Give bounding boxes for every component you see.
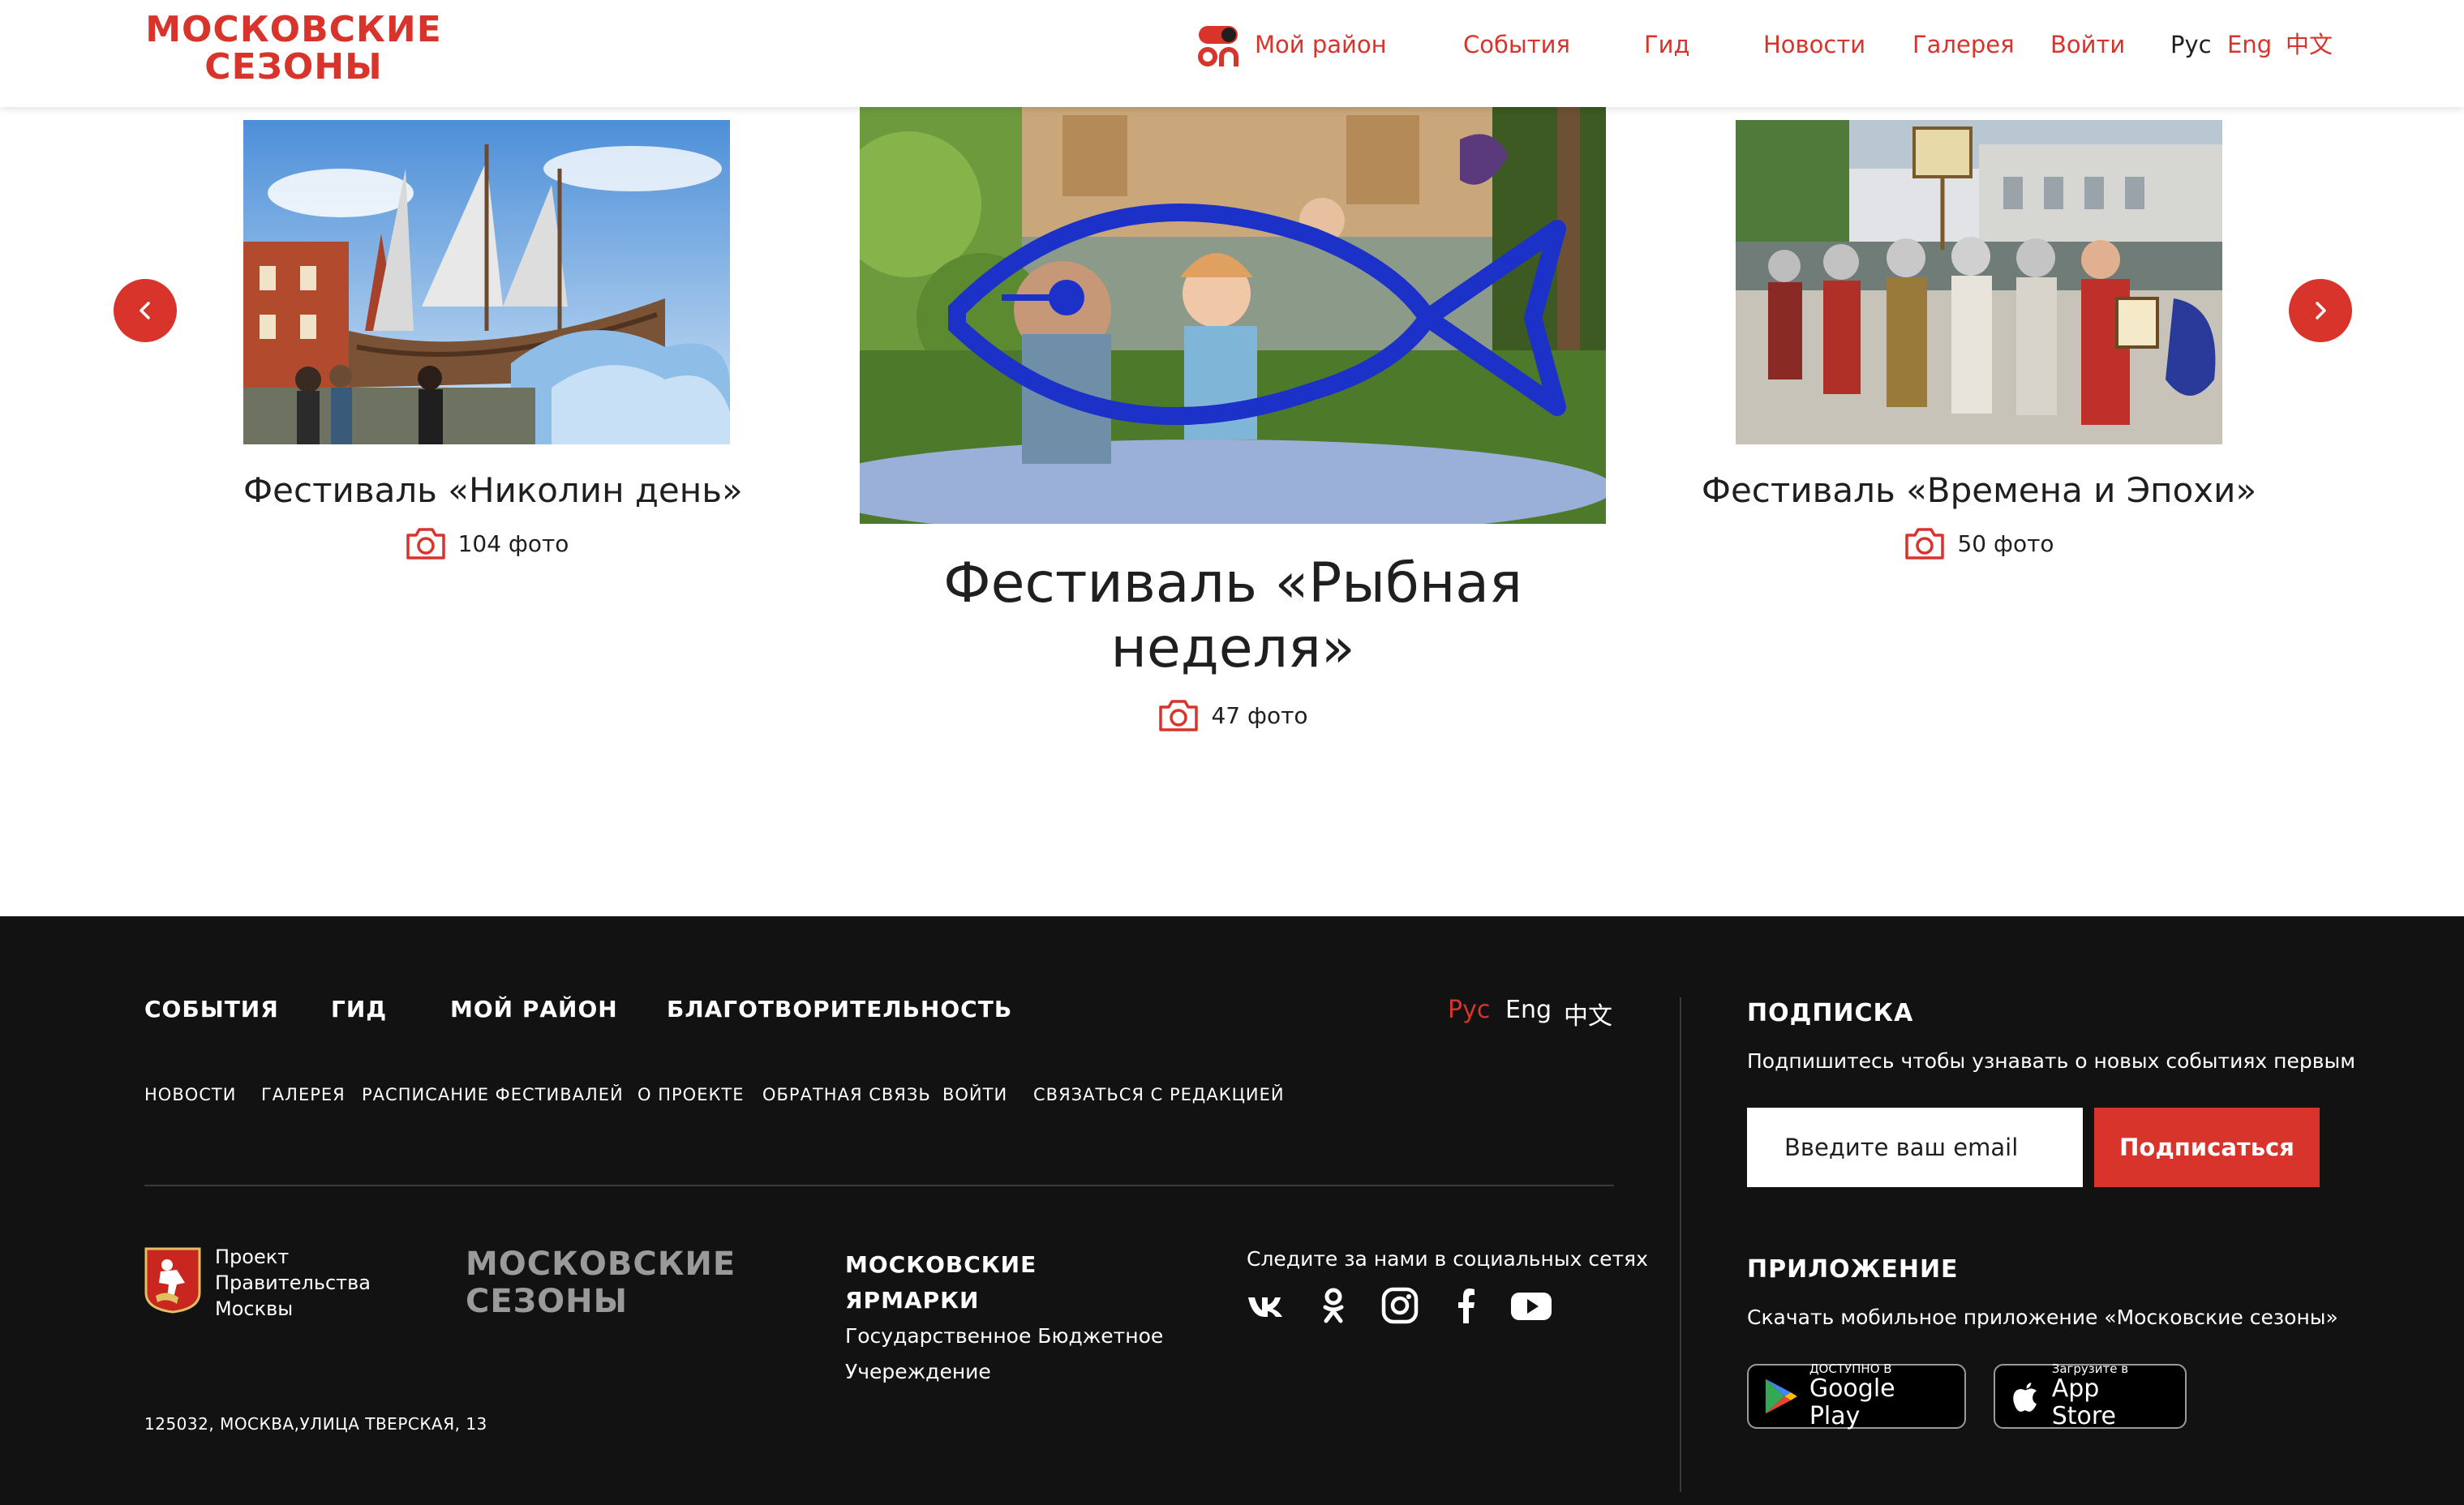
card-photo-count: 47 фото — [860, 697, 1606, 733]
card-photo-count: 50 фото — [1736, 525, 2222, 561]
card-image-vremena-i-epohi[interactable] — [1736, 120, 2222, 444]
lang-zh[interactable]: 中文 — [2286, 28, 2333, 62]
footer-link-about[interactable]: О ПРОЕКТЕ — [637, 1085, 744, 1104]
app-text: Скачать мобильное приложение «Московские… — [1747, 1306, 2338, 1329]
youtube-icon[interactable] — [1510, 1286, 1552, 1325]
footer-divider — [144, 1185, 1614, 1186]
fairs-desc-line-2: Учереждение — [845, 1360, 991, 1383]
card-title-rybnaya-nedelya[interactable]: Фестиваль «Рыбная неделя» — [860, 551, 1606, 681]
camera-icon — [1905, 528, 1945, 560]
nav-events[interactable]: События — [1463, 28, 1570, 62]
apple-icon — [2013, 1383, 2037, 1412]
nav-news[interactable]: Новости — [1763, 28, 1865, 62]
footer-link-news[interactable]: НОВОСТИ — [144, 1085, 236, 1104]
subscribe-title: ПОДПИСКА — [1747, 999, 1914, 1027]
app-store-button[interactable]: Загрузите в App Store — [1994, 1362, 2187, 1430]
footer-link-events[interactable]: СОБЫТИЯ — [144, 996, 279, 1023]
footer-link-contact[interactable]: СВЯЗАТЬСЯ С РЕДАКЦИЕЙ — [1033, 1085, 1285, 1104]
carousel-prev-button[interactable] — [114, 279, 177, 342]
nav-gallery[interactable]: Галерея — [1912, 28, 2015, 62]
fairs-title-line-1: МОСКОВСКИЕ — [845, 1251, 1037, 1278]
nav-login[interactable]: Войти — [2050, 28, 2125, 62]
footer-logo-line-1: МОСКОВСКИЕ — [466, 1246, 736, 1283]
app-store-text: Загрузите в App Store — [2052, 1362, 2170, 1430]
fairs-title-line-2: ЯРМАРКИ — [845, 1287, 980, 1314]
card-photo-count: 104 фото — [243, 525, 730, 561]
footer-link-my-rayon[interactable]: МОЙ РАЙОН — [450, 996, 618, 1023]
email-input[interactable] — [1747, 1108, 2083, 1187]
moscow-coat-of-arms-icon[interactable] — [144, 1247, 201, 1314]
footer-lang-zh[interactable]: 中文 — [1564, 996, 1612, 1031]
photo-count-text: 47 фото — [1211, 701, 1308, 729]
footer-lang-en[interactable]: Eng — [1505, 996, 1552, 1024]
footer-logo-line-2: СЕЗОНЫ — [466, 1283, 629, 1320]
google-play-small: ДОСТУПНО В — [1809, 1361, 1892, 1376]
card-image-rybnaya-nedelya[interactable] — [860, 107, 1606, 524]
footer-link-charity[interactable]: БЛАГОТВОРИТЕЛЬНОСТЬ — [667, 996, 1012, 1023]
moscow-fairs-description: Государственное Бюджетное Учереждение — [845, 1318, 1186, 1390]
odnoklassniki-icon[interactable] — [1314, 1286, 1353, 1325]
footer-lang-ru[interactable]: Рус — [1448, 996, 1490, 1024]
app-store-big: App Store — [2051, 1374, 2116, 1430]
moscow-fairs-title[interactable]: МОСКОВСКИЕ ЯРМАРКИ — [845, 1247, 1037, 1318]
footer-link-gallery[interactable]: ГАЛЕРЕЯ — [261, 1085, 346, 1104]
chevron-left-icon — [140, 302, 150, 319]
card-title-line-2: неделя» — [1110, 616, 1355, 680]
footer-link-login[interactable]: ВОЙТИ — [942, 1085, 1007, 1104]
chevron-right-icon — [2316, 302, 2326, 319]
nav-guide[interactable]: Гид — [1644, 28, 1690, 62]
footer-link-schedule[interactable]: РАСПИСАНИЕ ФЕСТИВАЛЕЙ — [362, 1085, 624, 1104]
gov-line-3: Москвы — [215, 1297, 294, 1320]
subscribe-button[interactable]: Подписаться — [2094, 1108, 2320, 1187]
card-title-line-1: Фестиваль «Рыбная — [943, 551, 1522, 615]
carousel-next-button[interactable] — [2289, 279, 2352, 342]
facebook-icon[interactable] — [1447, 1286, 1486, 1325]
gov-line-1: Проект — [215, 1246, 290, 1268]
vk-icon[interactable] — [1246, 1286, 1285, 1325]
app-store-small: Загрузите в — [2051, 1361, 2129, 1376]
footer-logo[interactable]: МОСКОВСКИЕ СЕЗОНЫ — [466, 1246, 736, 1320]
gov-line-2: Правительства — [215, 1271, 371, 1294]
footer-address: 125032, МОСКВА,УЛИЦА ТВЕРСКАЯ, 13 — [144, 1414, 487, 1434]
nav-my-rayon[interactable]: Мой район — [1255, 28, 1387, 62]
google-play-big: Google Play — [1809, 1374, 1895, 1430]
footer-vertical-divider — [1680, 997, 1681, 1492]
on-toggle-icon[interactable] — [1197, 24, 1241, 68]
card-image-nikolin-den[interactable] — [243, 120, 730, 444]
site-header: МОСКОВСКИЕ СЕЗОНЫ Мой район События Гид … — [0, 0, 2464, 107]
subscribe-text: Подпишитесь чтобы узнавать о новых событ… — [1747, 1049, 2356, 1073]
site-footer: СОБЫТИЯ ГИД МОЙ РАЙОН БЛАГОТВОРИТЕЛЬНОСТ… — [0, 916, 2464, 1505]
logo-line-1: МОСКОВСКИЕ — [145, 9, 442, 50]
google-play-button[interactable]: ДОСТУПНО В Google Play — [1747, 1362, 1966, 1430]
social-title: Следите за нами в социальных сетях — [1247, 1247, 1648, 1271]
lang-en[interactable]: Eng — [2227, 28, 2272, 62]
google-play-icon — [1765, 1379, 1797, 1414]
fairs-desc-line-1: Государственное Бюджетное — [845, 1324, 1164, 1348]
photo-count-text: 104 фото — [457, 530, 569, 557]
google-play-text: ДОСТУПНО В Google Play — [1809, 1362, 1950, 1430]
app-title: ПРИЛОЖЕНИЕ — [1747, 1255, 1959, 1284]
card-title-nikolin-den[interactable]: Фестиваль «Николин день» — [243, 470, 743, 510]
site-logo[interactable]: МОСКОВСКИЕ СЕЗОНЫ — [131, 11, 456, 86]
instagram-icon[interactable] — [1380, 1286, 1419, 1325]
footer-link-guide[interactable]: ГИД — [331, 996, 387, 1023]
footer-link-feedback[interactable]: ОБРАТНАЯ СВЯЗЬ — [762, 1085, 931, 1104]
logo-line-2: СЕЗОНЫ — [204, 46, 383, 88]
camera-icon — [1159, 700, 1199, 731]
lang-ru[interactable]: Рус — [2170, 28, 2212, 62]
camera-icon — [406, 528, 445, 560]
government-project-label[interactable]: Проект Правительства Москвы — [215, 1244, 371, 1322]
card-title-vremena-i-epohi[interactable]: Фестиваль «Времена и Эпохи» — [1671, 470, 2287, 510]
photo-count-text: 50 фото — [1957, 530, 2054, 557]
